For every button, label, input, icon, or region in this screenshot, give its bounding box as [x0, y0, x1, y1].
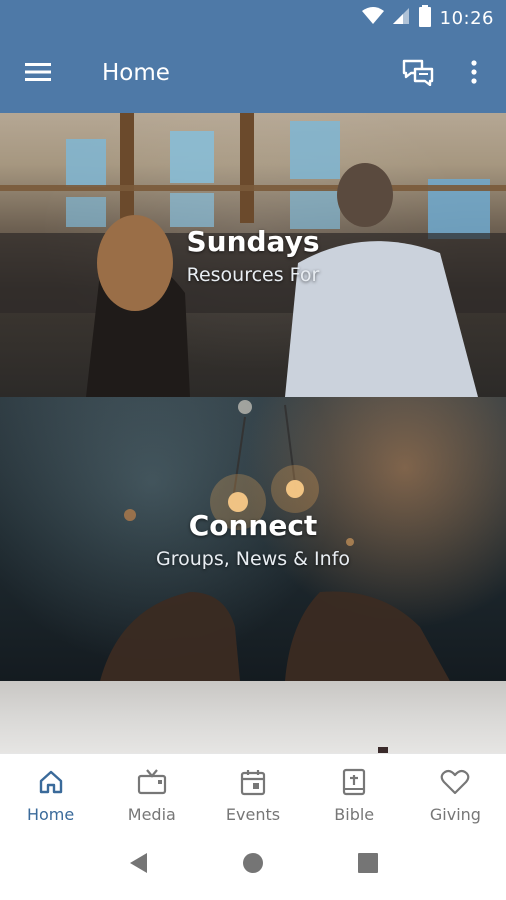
home-icon — [37, 768, 65, 801]
hamburger-menu-icon — [24, 61, 52, 88]
bottom-navigation: Home Media Events Bible Giving — [0, 753, 506, 831]
back-triangle-icon — [127, 851, 149, 880]
third-card-image — [0, 681, 506, 753]
status-icons: 10:26 — [361, 4, 494, 32]
status-time: 10:26 — [439, 7, 494, 29]
wifi-icon — [361, 6, 384, 30]
nav-media[interactable]: Media — [101, 754, 202, 831]
heart-icon — [440, 768, 470, 801]
battery-icon — [418, 4, 432, 32]
menu-button[interactable] — [18, 56, 58, 92]
more-vert-icon — [470, 59, 478, 90]
bible-icon — [341, 768, 367, 801]
back-button[interactable] — [118, 846, 158, 886]
recents-button[interactable] — [348, 846, 388, 886]
home-circle-icon — [241, 851, 265, 880]
connect-title: Connect — [188, 509, 318, 542]
chat-bubbles-icon — [402, 58, 434, 91]
calendar-icon — [239, 768, 267, 801]
connect-card-caption: Connect Groups, News & Info — [0, 509, 506, 570]
connect-card[interactable]: Connect Groups, News & Info — [0, 397, 506, 681]
nav-giving[interactable]: Giving — [405, 754, 506, 831]
home-system-button[interactable] — [233, 846, 273, 886]
nav-bible[interactable]: Bible — [304, 754, 405, 831]
sundays-card[interactable]: Sundays Resources For — [0, 113, 506, 397]
sundays-card-caption: Sundays Resources For — [0, 225, 506, 286]
nav-bible-label: Bible — [334, 805, 375, 824]
connect-subtitle: Groups, News & Info — [155, 548, 351, 570]
screen: 10:26 Home Sundays Resources For Connect… — [0, 0, 506, 900]
recents-square-icon — [357, 852, 379, 879]
sundays-subtitle: Resources For — [186, 264, 320, 286]
nav-events[interactable]: Events — [202, 754, 303, 831]
nav-home-label: Home — [26, 805, 75, 824]
status-bar: 10:26 — [0, 0, 506, 36]
system-navigation-bar — [0, 831, 506, 900]
app-bar: Home — [0, 36, 506, 113]
nav-media-label: Media — [127, 805, 176, 824]
sundays-title: Sundays — [186, 225, 320, 258]
messages-button[interactable] — [398, 56, 438, 92]
nav-giving-label: Giving — [429, 805, 481, 824]
nav-home[interactable]: Home — [0, 754, 101, 831]
page-title: Home — [102, 60, 170, 86]
tv-icon — [137, 768, 167, 801]
third-card[interactable] — [0, 681, 506, 753]
nav-events-label: Events — [225, 805, 281, 824]
overflow-menu-button[interactable] — [456, 56, 492, 92]
signal-icon — [392, 7, 410, 30]
